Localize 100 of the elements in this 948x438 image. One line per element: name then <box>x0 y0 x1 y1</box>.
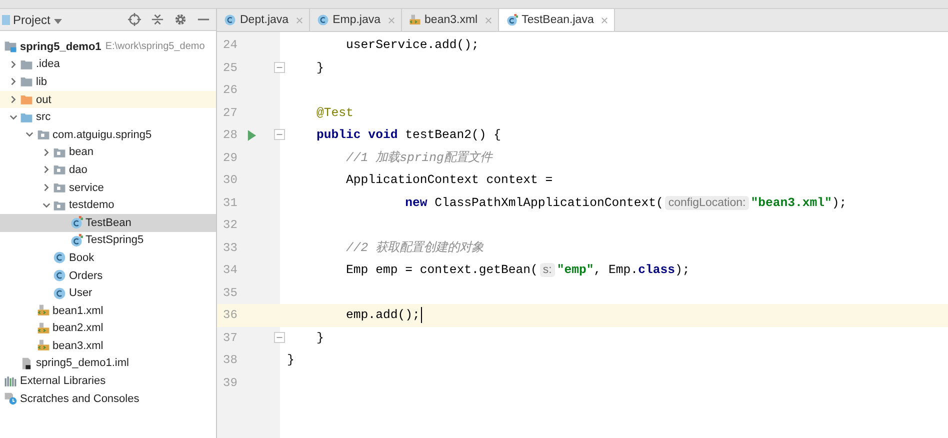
code-text: } <box>316 60 324 75</box>
package-icon <box>53 181 66 194</box>
text-cursor <box>420 307 422 324</box>
tree-item[interactable]: spring5_demo1 E:\work\spring5_demo <box>0 38 216 56</box>
line-number: 34 <box>223 263 238 278</box>
class-icon <box>224 14 236 26</box>
line-number: 30 <box>223 173 238 188</box>
settings-icon[interactable] <box>174 13 187 26</box>
line-number: 24 <box>223 38 238 52</box>
editor-tab[interactable]: TestBean.java <box>498 9 615 31</box>
code-text: } <box>287 353 294 368</box>
line-number: 27 <box>223 106 238 120</box>
package-icon <box>53 163 66 176</box>
panel-icon <box>2 14 10 24</box>
tree-item[interactable]: External Libraries <box>0 372 216 390</box>
parameter-hint: s: <box>540 263 555 278</box>
line-number: 36 <box>223 308 238 322</box>
chevron-down-icon[interactable] <box>8 112 18 122</box>
code-text: } <box>316 330 324 345</box>
tree-item[interactable]: Scratches and Consoles <box>0 390 216 408</box>
chevron-right-icon[interactable] <box>42 183 50 192</box>
chevron-right-icon[interactable] <box>42 148 50 157</box>
code-text: emp.add(); <box>346 308 420 322</box>
code-text: Emp emp = context.getBean( <box>346 263 538 278</box>
class-icon <box>53 251 66 264</box>
view-dropdown[interactable]: Project <box>13 12 64 26</box>
line-number: 37 <box>223 330 238 345</box>
code-text: userService.add(); <box>346 38 479 52</box>
code-text: //2 获取配置创建的对象 <box>346 240 484 256</box>
tree-item[interactable]: src <box>0 108 216 126</box>
scratch-icon <box>4 392 17 406</box>
parameter-hint: configLocation: <box>665 196 749 210</box>
code-text: //1 加载spring配置文件 <box>346 150 492 166</box>
fold-icon[interactable] <box>274 332 285 342</box>
chevron-down-icon[interactable] <box>25 130 34 140</box>
package-icon <box>53 198 66 212</box>
class-icon <box>70 216 82 230</box>
collapse-icon[interactable] <box>151 13 164 26</box>
fold-icon[interactable] <box>274 62 285 72</box>
chevron-down-icon[interactable] <box>42 200 50 210</box>
class-icon <box>53 269 66 282</box>
xml-file-icon <box>36 322 50 335</box>
xml-file-icon <box>36 304 50 318</box>
class-icon <box>316 14 329 26</box>
tree-item[interactable]: .idea <box>0 56 216 74</box>
tree-item[interactable]: dao <box>0 161 216 179</box>
editor-tab[interactable]: bean3.xml <box>402 9 499 31</box>
code-text: "bean3.xml"); <box>750 196 847 210</box>
folder-icon <box>20 110 33 124</box>
tree-item[interactable]: bean1.xml <box>0 302 216 320</box>
xml-file-icon <box>36 339 50 352</box>
package-icon <box>36 128 50 142</box>
editor-tab[interactable]: Emp.java <box>310 9 402 31</box>
chevron-right-icon[interactable] <box>8 77 18 86</box>
tree-item[interactable]: User <box>0 284 216 302</box>
folder-icon <box>20 58 33 71</box>
tree-item[interactable]: bean3.xml <box>0 337 216 355</box>
line-number: 28 <box>223 128 238 142</box>
line-number: 25 <box>223 60 238 75</box>
line-number: 26 <box>223 83 238 98</box>
tree-item[interactable]: bean <box>0 144 216 162</box>
line-number: 32 <box>223 218 238 232</box>
file-icon <box>20 356 33 370</box>
class-icon <box>53 286 66 300</box>
tree-item[interactable]: TestSpring5 <box>0 232 216 250</box>
package-icon <box>53 146 66 159</box>
code-text: ApplicationContext context = <box>346 173 553 188</box>
class-icon <box>506 14 518 26</box>
tree-item[interactable]: lib <box>0 73 216 91</box>
tree-item[interactable]: Book <box>0 249 216 267</box>
line-number: 29 <box>223 150 238 165</box>
line-number: 35 <box>223 286 238 300</box>
chevron-right-icon[interactable] <box>42 165 50 174</box>
module-icon <box>4 40 17 54</box>
code-text: @Test <box>316 106 354 120</box>
tree-item[interactable]: out <box>0 90 216 108</box>
chevron-right-icon[interactable] <box>8 95 18 104</box>
xml-file-icon <box>408 14 421 26</box>
path-text: E:\work\spring5_demo <box>105 41 205 52</box>
editor-tab[interactable]: Dept.java <box>217 9 310 31</box>
locate-icon[interactable] <box>128 13 141 26</box>
line-number: 33 <box>223 240 238 255</box>
line-number: 31 <box>223 196 238 210</box>
tree-item[interactable]: testdemo <box>0 196 216 214</box>
tree-item[interactable]: TestBean <box>0 214 216 232</box>
chevron-right-icon[interactable] <box>8 60 18 69</box>
tree-item[interactable]: service <box>0 178 216 196</box>
code-text: "emp", Emp.class); <box>556 263 690 278</box>
tree-item[interactable]: spring5_demo1.iml <box>0 354 216 372</box>
folder-icon <box>20 75 33 88</box>
library-icon <box>4 374 17 388</box>
line-number: 39 <box>223 376 238 390</box>
tree-item[interactable]: bean2.xml <box>0 320 216 338</box>
tree-item[interactable]: Orders <box>0 266 216 284</box>
code-text: new ClassPathXmlApplicationContext( <box>405 196 664 210</box>
tree-item[interactable]: com.atguigu.spring5 <box>0 126 216 144</box>
code-text: public void testBean2() { <box>316 128 502 142</box>
run-icon[interactable] <box>247 130 256 141</box>
class-icon <box>70 234 82 247</box>
fold-icon[interactable] <box>274 129 285 140</box>
